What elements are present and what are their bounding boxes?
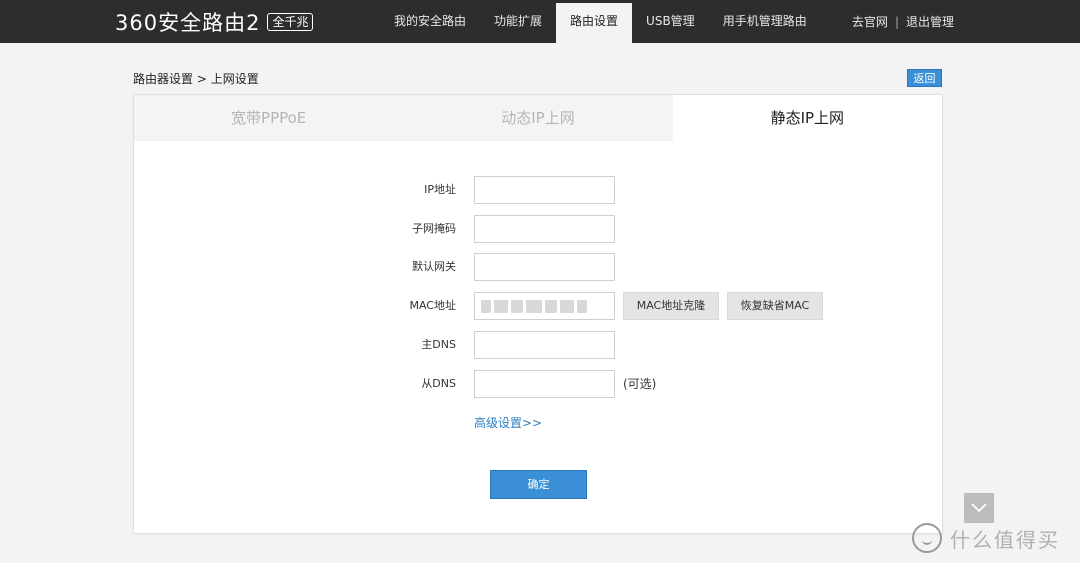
top-navigation-bar: 360安全路由2 全千兆 我的安全路由 功能扩展 路由设置 USB管理 用手机管…: [0, 0, 1080, 43]
subnet-label: 子网掩码: [412, 222, 456, 235]
ip-address-input[interactable]: [474, 176, 615, 204]
dns2-row: 从DNS (可选): [134, 370, 942, 398]
main-nav: 我的安全路由 功能扩展 路由设置 USB管理 用手机管理路由: [380, 0, 821, 43]
breadcrumb-parent[interactable]: 路由器设置: [133, 72, 193, 86]
dns2-label: 从DNS: [421, 377, 456, 390]
logout-link[interactable]: 退出管理: [906, 13, 954, 30]
dns1-row: 主DNS: [134, 331, 942, 359]
breadcrumb-separator: >: [196, 72, 207, 86]
nav-item-usb-management[interactable]: USB管理: [632, 0, 709, 43]
nav-item-mobile-management[interactable]: 用手机管理路由: [709, 0, 821, 43]
dns1-label: 主DNS: [421, 338, 456, 351]
header-links: 去官网 | 退出管理: [852, 0, 954, 43]
tab-dynamic-ip[interactable]: 动态IP上网: [403, 95, 673, 141]
settings-panel: 宽带PPPoE 动态IP上网 静态IP上网 IP地址 子网掩码 默认网关 MAC…: [133, 94, 943, 534]
breadcrumb: 路由器设置 > 上网设置: [133, 70, 259, 87]
restore-default-mac-button[interactable]: 恢复缺省MAC: [727, 292, 823, 320]
mac-row: MAC地址 MAC地址克隆 恢复缺省MAC: [134, 292, 942, 320]
mac-clone-button[interactable]: MAC地址克隆: [623, 292, 719, 320]
brand-logo[interactable]: 360安全路由2 全千兆: [115, 9, 314, 35]
watermark-text: 什么值得买: [950, 527, 1060, 552]
secondary-dns-input[interactable]: [474, 370, 615, 398]
official-site-link[interactable]: 去官网: [852, 13, 888, 30]
subnet-mask-input[interactable]: [474, 215, 615, 243]
subnet-row: 子网掩码: [134, 215, 942, 243]
primary-dns-input[interactable]: [474, 331, 615, 359]
smile-logo-icon: [912, 523, 942, 553]
nav-item-router-settings[interactable]: 路由设置: [556, 3, 633, 43]
optional-hint: (可选): [623, 377, 657, 391]
watermark: 什么值得买: [912, 519, 1074, 557]
connection-type-tabs: 宽带PPPoE 动态IP上网 静态IP上网: [134, 95, 942, 141]
nav-item-extensions[interactable]: 功能扩展: [480, 0, 556, 43]
gateway-row: 默认网关: [134, 253, 942, 281]
back-button[interactable]: 返回: [907, 69, 942, 87]
mac-address-redacted: [481, 300, 599, 313]
nav-item-my-router[interactable]: 我的安全路由: [380, 0, 480, 43]
tab-static-ip[interactable]: 静态IP上网: [672, 95, 942, 141]
default-gateway-input[interactable]: [474, 253, 615, 281]
chevron-down-icon: [971, 503, 987, 513]
confirm-button[interactable]: 确定: [490, 470, 587, 499]
tab-pppoe[interactable]: 宽带PPPoE: [134, 95, 404, 141]
mac-label: MAC地址: [409, 299, 456, 312]
advanced-settings-link[interactable]: 高级设置>>: [474, 414, 542, 431]
ip-label: IP地址: [424, 183, 456, 196]
logo-text: 360安全路由2: [115, 11, 261, 35]
ip-row: IP地址: [134, 176, 942, 204]
gateway-label: 默认网关: [412, 260, 456, 273]
mac-address-input[interactable]: [474, 292, 615, 320]
header-link-divider: |: [894, 14, 899, 29]
breadcrumb-current: 上网设置: [210, 72, 259, 86]
logo-badge: 全千兆: [267, 13, 314, 31]
